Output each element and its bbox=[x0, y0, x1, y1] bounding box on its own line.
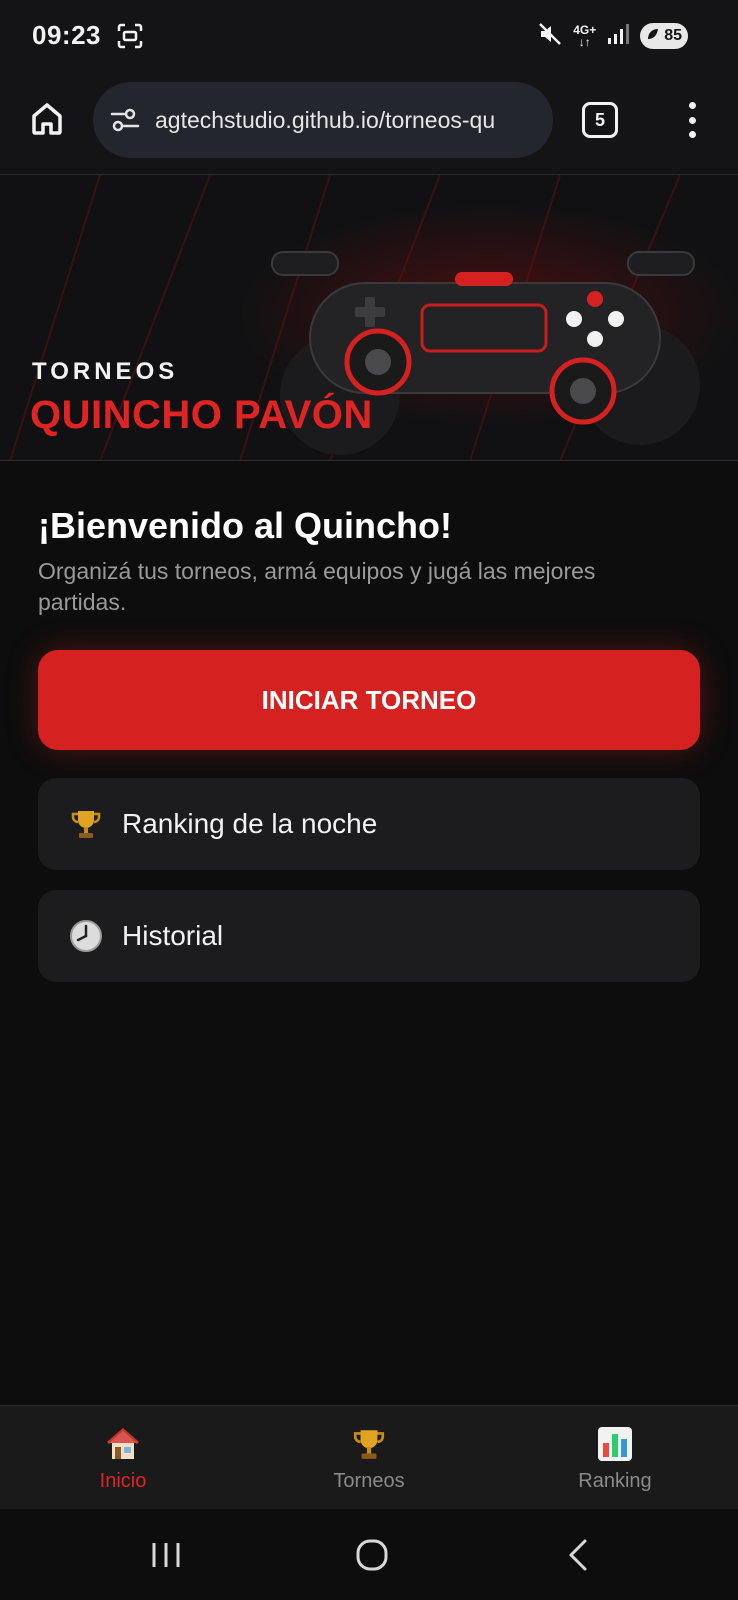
trophy-icon bbox=[349, 1424, 389, 1464]
signal-icon bbox=[606, 22, 630, 51]
status-bar: 09:23 4G+ ↓↑ 85 bbox=[0, 0, 738, 72]
system-navigation-bar bbox=[0, 1509, 738, 1600]
welcome-subtitle: Organizá tus torneos, armá equipos y jug… bbox=[38, 558, 596, 615]
recents-icon bbox=[152, 1543, 180, 1567]
welcome-title: ¡Bienvenido al Quincho! bbox=[38, 505, 453, 546]
history-label: Historial bbox=[122, 920, 224, 951]
tab-switcher-button[interactable]: 5 bbox=[582, 102, 618, 138]
screen-capture-icon bbox=[116, 22, 144, 50]
system-back-button[interactable] bbox=[555, 1531, 603, 1579]
hero-kicker: TORNEOS bbox=[32, 358, 179, 385]
nav-item-ranking[interactable]: Ranking bbox=[545, 1424, 685, 1493]
battery-saver-icon bbox=[646, 27, 660, 46]
url-text: agtechstudio.github.io/torneos-qu bbox=[155, 106, 496, 133]
browser-menu-button[interactable] bbox=[684, 100, 700, 140]
house-icon bbox=[103, 1424, 143, 1464]
ranking-night-card[interactable]: Ranking de la noche bbox=[38, 778, 700, 870]
site-settings-icon[interactable] bbox=[109, 104, 141, 136]
ranking-night-label: Ranking de la noche bbox=[122, 808, 378, 839]
status-time: 09:23 bbox=[32, 20, 101, 50]
start-tournament-button[interactable]: INICIAR TORNEO bbox=[38, 650, 700, 750]
hero-banner: TORNEOS QUINCHO PAVÓN bbox=[0, 175, 738, 461]
mute-icon bbox=[537, 21, 563, 52]
nav-item-torneos[interactable]: Torneos bbox=[299, 1424, 439, 1493]
trophy-icon bbox=[66, 804, 106, 844]
network-type: 4G+ ↓↑ bbox=[573, 24, 596, 48]
browser-toolbar: agtechstudio.github.io/torneos-qu 5 bbox=[0, 72, 738, 175]
address-bar[interactable]: agtechstudio.github.io/torneos-qu bbox=[93, 82, 553, 158]
browser-home-button[interactable] bbox=[26, 98, 68, 140]
bottom-navigation: Inicio Torneos Ranking bbox=[0, 1405, 738, 1509]
screen: 09:23 4G+ ↓↑ 85 agtechstudio.github.io/t… bbox=[0, 0, 738, 1600]
home-icon bbox=[32, 103, 62, 135]
dot-icon bbox=[688, 131, 696, 138]
nav-label-ranking: Ranking bbox=[578, 1470, 652, 1492]
history-card[interactable]: Historial bbox=[38, 890, 700, 982]
bar-chart-icon bbox=[595, 1424, 635, 1464]
data-arrows-icon: ↓↑ bbox=[578, 35, 591, 49]
status-indicators: 4G+ ↓↑ 85 bbox=[537, 20, 688, 52]
recent-apps-button[interactable] bbox=[142, 1531, 190, 1579]
home-circle-icon bbox=[356, 1539, 388, 1571]
back-chevron-icon bbox=[569, 1539, 587, 1571]
clock-icon bbox=[66, 916, 106, 956]
nav-item-inicio[interactable]: Inicio bbox=[53, 1424, 193, 1493]
hero-title: QUINCHO PAVÓN bbox=[30, 393, 373, 437]
dot-icon bbox=[688, 102, 696, 109]
nav-label-inicio: Inicio bbox=[99, 1470, 147, 1492]
battery-level: 85 bbox=[664, 27, 682, 44]
dot-icon bbox=[688, 116, 696, 124]
nav-label-torneos: Torneos bbox=[333, 1470, 405, 1492]
system-home-button[interactable] bbox=[348, 1531, 396, 1579]
battery-indicator: 85 bbox=[640, 23, 688, 49]
